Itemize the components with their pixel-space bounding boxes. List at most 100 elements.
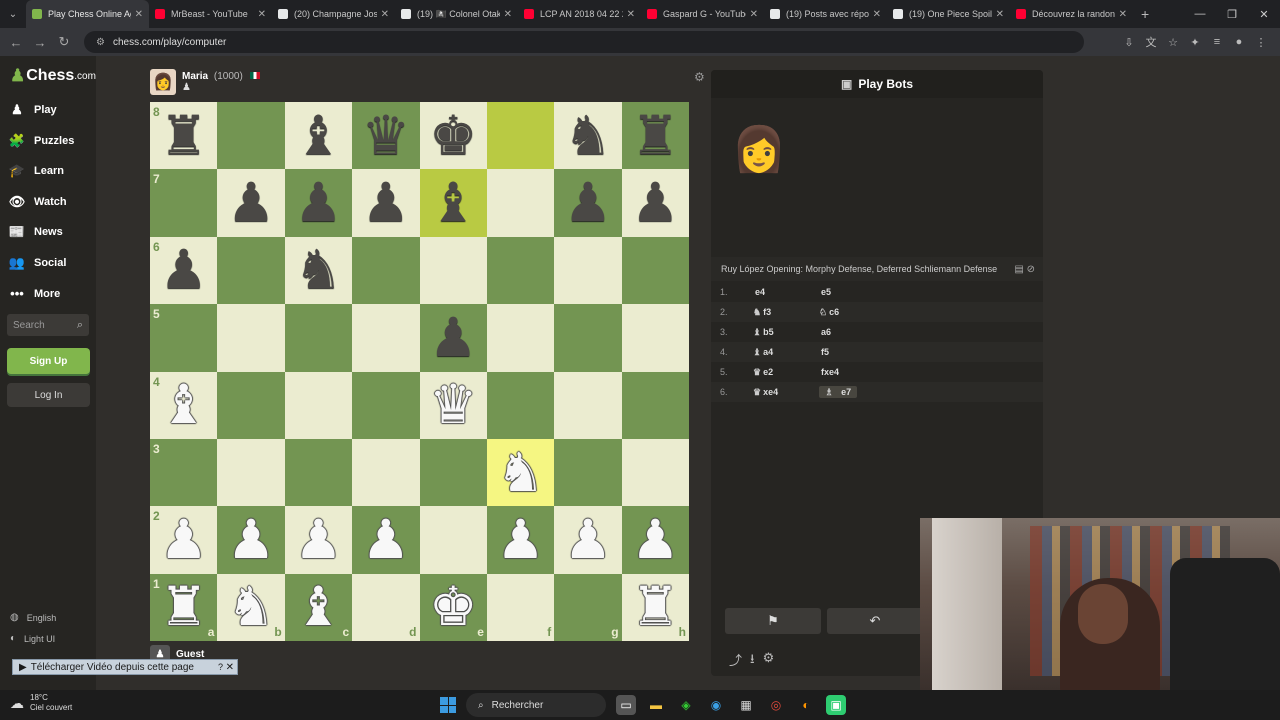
- square-a3[interactable]: 3: [150, 438, 218, 507]
- white-pawn-piece[interactable]: ♟: [159, 512, 207, 567]
- square-g8[interactable]: ♞: [554, 102, 622, 170]
- square-f4[interactable]: [486, 371, 555, 439]
- settings-gear-icon[interactable]: ⚙: [763, 650, 775, 672]
- tab-search-dropdown[interactable]: ⌄: [0, 0, 26, 28]
- square-b4[interactable]: [217, 371, 285, 439]
- white-pawn-piece[interactable]: ♟: [294, 512, 342, 567]
- black-move[interactable]: e5: [819, 287, 885, 297]
- browser-tab[interactable]: Play Chess Online Ag ✕: [26, 0, 149, 28]
- close-tab-icon[interactable]: ✕: [996, 9, 1004, 20]
- square-h6[interactable]: [621, 236, 689, 305]
- browser-tab[interactable]: (19) 🏴‍☠️ Colonel Otaku ✕: [395, 0, 518, 28]
- square-c6[interactable]: ♞: [284, 236, 353, 305]
- square-g1[interactable]: g: [554, 573, 622, 641]
- sidebar-item-news[interactable]: 📰 News: [8, 224, 63, 240]
- square-d5[interactable]: [352, 304, 420, 372]
- square-a7[interactable]: 7: [150, 169, 218, 237]
- white-pawn-piece[interactable]: ♟: [631, 512, 679, 567]
- close-window-icon[interactable]: ✕: [1248, 0, 1280, 28]
- white-king-piece[interactable]: ♚: [429, 580, 477, 634]
- square-a4[interactable]: ♝ 4: [150, 371, 218, 439]
- square-d8[interactable]: ♛: [352, 102, 420, 170]
- square-h8[interactable]: ♜: [621, 102, 689, 170]
- square-d4[interactable]: [352, 371, 420, 439]
- square-e3[interactable]: [419, 438, 487, 507]
- theme-toggle[interactable]: ◐ Light UI: [10, 633, 55, 644]
- white-pawn-piece[interactable]: ♟: [362, 512, 410, 567]
- square-f7[interactable]: [486, 169, 555, 237]
- square-d3[interactable]: [352, 438, 420, 507]
- minimize-icon[interactable]: —: [1184, 0, 1216, 28]
- square-a8[interactable]: ♜ 8: [150, 102, 218, 170]
- close-download-bar-icon[interactable]: ✕: [226, 662, 234, 673]
- black-rook-piece[interactable]: ♜: [631, 108, 679, 163]
- square-b8[interactable]: [217, 102, 285, 170]
- sidebar-item-watch[interactable]: 👁 Watch: [8, 194, 67, 210]
- square-f1[interactable]: f: [486, 573, 555, 641]
- takeback-button[interactable]: ↶: [827, 608, 923, 634]
- close-tab-icon[interactable]: ✕: [135, 9, 143, 20]
- sidebar-item-play[interactable]: ♟ Play: [8, 102, 56, 118]
- square-f5[interactable]: [486, 304, 555, 372]
- square-c5[interactable]: [284, 304, 353, 372]
- download-icon[interactable]: ⭳: [750, 650, 755, 672]
- close-tab-icon[interactable]: ✕: [750, 9, 758, 20]
- white-move[interactable]: e4: [753, 287, 819, 297]
- white-move[interactable]: ♛ xe4: [753, 387, 819, 398]
- windows-start-icon[interactable]: [440, 697, 456, 713]
- white-queen-piece[interactable]: ♛: [429, 378, 477, 432]
- close-tab-icon[interactable]: ✕: [873, 9, 881, 20]
- xbox-icon[interactable]: ◈: [676, 695, 696, 715]
- white-move[interactable]: ♝ b5: [753, 327, 819, 338]
- white-move[interactable]: ♝ a4: [753, 347, 819, 358]
- task-view-icon[interactable]: ▭: [616, 695, 636, 715]
- square-a6[interactable]: ♟ 6: [150, 236, 218, 305]
- browser-tab[interactable]: (20) Champagne Josh ✕: [272, 0, 395, 28]
- weather-widget[interactable]: ☁ 18°C Ciel couvert: [10, 693, 72, 713]
- square-h7[interactable]: ♟: [621, 169, 689, 237]
- sidebar-search-input[interactable]: Search ⌕: [7, 314, 89, 336]
- square-c4[interactable]: [284, 371, 353, 439]
- square-e5[interactable]: ♟: [419, 304, 487, 372]
- black-pawn-piece[interactable]: ♟: [227, 176, 275, 230]
- browser-tab[interactable]: Découvrez la randon ✕: [1010, 0, 1133, 28]
- square-d6[interactable]: [352, 236, 420, 305]
- edge-icon[interactable]: ◉: [706, 695, 726, 715]
- browser-tab[interactable]: Gaspard G - YouTube ✕: [641, 0, 764, 28]
- resign-flag-button[interactable]: ⚑: [725, 608, 821, 634]
- white-bishop-piece[interactable]: ♝: [294, 580, 342, 634]
- square-b6[interactable]: [217, 236, 285, 305]
- share-icon[interactable]: ⤴: [729, 650, 742, 672]
- black-knight-piece[interactable]: ♞: [564, 108, 612, 163]
- profile-icon[interactable]: ●: [1228, 36, 1250, 48]
- black-knight-piece[interactable]: ♞: [294, 243, 342, 297]
- maximize-icon[interactable]: ❐: [1216, 0, 1248, 28]
- white-rook-piece[interactable]: ♜: [631, 580, 679, 634]
- square-d1[interactable]: d: [352, 573, 420, 641]
- square-e4[interactable]: ♛: [419, 371, 487, 439]
- square-g2[interactable]: ♟: [554, 506, 622, 574]
- square-b5[interactable]: [217, 304, 285, 372]
- black-king-piece[interactable]: ♚: [429, 108, 477, 163]
- square-a5[interactable]: 5: [150, 304, 218, 372]
- white-rook-piece[interactable]: ♜: [159, 580, 207, 634]
- square-d7[interactable]: ♟: [352, 169, 420, 237]
- store-icon[interactable]: ▦: [736, 695, 756, 715]
- translate-icon[interactable]: 文: [1140, 34, 1162, 50]
- square-e7[interactable]: ♝: [419, 169, 487, 237]
- square-a2[interactable]: ♟ 2: [150, 506, 218, 574]
- square-f3[interactable]: ♞: [486, 438, 555, 507]
- black-move[interactable]: ♗ e7: [819, 385, 885, 398]
- square-c2[interactable]: ♟: [284, 506, 353, 574]
- close-tab-icon[interactable]: ✕: [258, 9, 266, 20]
- white-pawn-piece[interactable]: ♟: [227, 512, 275, 567]
- chess-com-logo[interactable]: ♟ Chess .com: [10, 66, 96, 86]
- square-h2[interactable]: ♟: [621, 506, 689, 574]
- square-e6[interactable]: [419, 236, 487, 305]
- black-queen-piece[interactable]: ♛: [362, 108, 410, 163]
- reload-icon[interactable]: ↻: [52, 34, 76, 50]
- square-f2[interactable]: ♟: [486, 506, 555, 574]
- install-icon[interactable]: ⇩: [1118, 36, 1140, 49]
- white-move[interactable]: ♞ f3: [753, 307, 819, 318]
- extensions-icon[interactable]: ✦: [1184, 36, 1206, 49]
